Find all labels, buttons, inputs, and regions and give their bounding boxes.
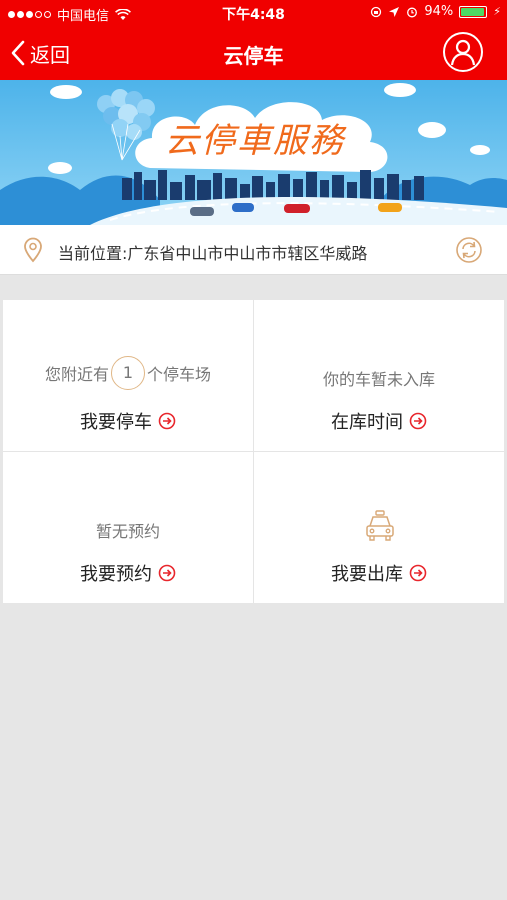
map-pin-icon [24, 237, 42, 263]
exit-button[interactable]: 我要出库 [254, 560, 504, 586]
nearby-lot-count-badge: 1 [111, 356, 145, 390]
battery-percent: 94% [424, 4, 454, 19]
status-bar: 中国电信 下午4:48 94% ⚡ [0, 0, 507, 26]
nearby-prefix: 您附近有 [44, 365, 109, 384]
park-cell[interactable]: 您附近有 1 个停车场 我要停车 [3, 300, 253, 451]
storage-status-text: 你的车暂未入库 [322, 370, 435, 389]
alarm-icon [407, 7, 418, 17]
refresh-location-icon[interactable] [455, 236, 483, 264]
arrow-right-circle-icon [409, 412, 427, 430]
status-right: 94% ⚡ [370, 4, 501, 19]
lock-rotation-icon [371, 6, 382, 17]
reserve-button[interactable]: 我要预约 [3, 560, 253, 586]
storage-time-button[interactable]: 在库时间 [254, 408, 504, 434]
nav-bar: 返回 云停车 [0, 26, 507, 80]
location-arrow-icon [389, 6, 400, 17]
taxi-icon [366, 510, 394, 541]
nearby-lots-info: 您附近有 1 个停车场 [3, 356, 253, 390]
page-title: 云停车 [223, 44, 284, 68]
app-header: 中国电信 下午4:48 94% ⚡ 返回 云停车 [0, 0, 507, 80]
profile-button[interactable] [443, 32, 483, 72]
park-button[interactable]: 我要停车 [3, 408, 253, 434]
exit-button-label: 我要出库 [331, 564, 403, 585]
storage-time-label: 在库时间 [331, 412, 403, 433]
location-bar: 当前位置:广东省中山市中山市市辖区华威路 [0, 225, 507, 275]
nearby-suffix: 个停车场 [147, 365, 212, 384]
arrow-right-circle-icon [158, 564, 176, 582]
battery-level [461, 7, 485, 16]
reserve-button-label: 我要预约 [80, 564, 152, 585]
reserve-status-text: 暂无预约 [95, 522, 160, 541]
exit-cell[interactable]: 我要出库 [254, 452, 504, 603]
reserve-cell[interactable]: 暂无预约 我要预约 [3, 452, 253, 603]
park-button-label: 我要停车 [80, 412, 152, 433]
charging-icon: ⚡ [493, 5, 501, 18]
arrow-right-circle-icon [158, 412, 176, 430]
arrow-right-circle-icon [409, 564, 427, 582]
storage-cell[interactable]: 你的车暂未入库 在库时间 [254, 300, 504, 451]
current-location-text: 当前位置:广东省中山市中山市市辖区华威路 [58, 244, 368, 263]
user-icon [450, 39, 476, 66]
battery-icon [459, 5, 488, 18]
function-grid: 您附近有 1 个停车场 我要停车 你的车暂未入库 在库时间 暂无预约 我要预约 [3, 300, 504, 603]
banner-title: 云停車服務 [165, 121, 345, 161]
banner: 云停車服務 [0, 80, 507, 225]
